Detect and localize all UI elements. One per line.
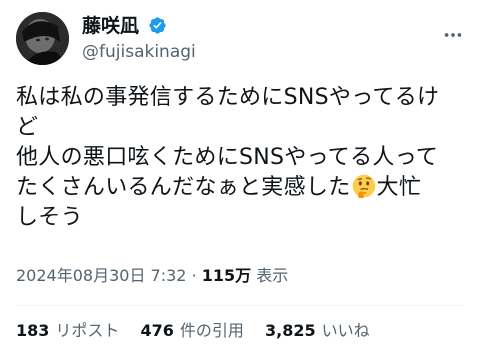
thinking-face-icon bbox=[352, 174, 376, 198]
reposts-count: 183 bbox=[16, 321, 50, 340]
author-handle[interactable]: @fujisakinagi bbox=[82, 41, 196, 63]
quotes-label: 件の引用 bbox=[179, 321, 244, 340]
avatar[interactable] bbox=[16, 12, 69, 65]
tweet-line: 私は私の事発信するためにSNSやってるけ bbox=[16, 85, 440, 110]
author-display-name[interactable]: 藤咲凪 bbox=[82, 14, 139, 38]
tweet-timestamp[interactable]: 2024年08月30日 7:32 bbox=[16, 266, 186, 285]
views-label: 表示 bbox=[256, 266, 289, 285]
views-count: 115万 bbox=[201, 266, 252, 285]
tweet-text: 私は私の事発信するためにSNSやってるけ ど 他人の悪口呟くためにSNSやってる… bbox=[16, 83, 456, 233]
reposts-label: リポスト bbox=[55, 321, 120, 340]
verified-badge-icon bbox=[148, 16, 167, 35]
more-options-icon[interactable] bbox=[442, 24, 464, 46]
tweet-line: しそう bbox=[16, 205, 83, 230]
divider bbox=[16, 305, 464, 306]
tweet-line: 他人の悪口呟くためにSNSやってる人って bbox=[16, 145, 439, 170]
reposts-stat[interactable]: 183 リポスト bbox=[16, 320, 119, 342]
author-block: 藤咲凪 @fujisakinagi bbox=[82, 14, 196, 63]
tweet-line: ど bbox=[16, 115, 39, 140]
quotes-stat[interactable]: 476 件の引用 bbox=[141, 320, 244, 342]
likes-count: 3,825 bbox=[265, 321, 316, 340]
quotes-count: 476 bbox=[140, 321, 174, 340]
avatar-image bbox=[16, 12, 69, 65]
tweet-card: 藤咲凪 @fujisakinagi 私は私の事発信するためにSNSやってるけ ど… bbox=[0, 0, 480, 360]
tweet-stats: 183 リポスト 476 件の引用 3,825 いいね bbox=[16, 320, 386, 342]
tweet-line: たくさんいるんだなぁと実感した 大忙 bbox=[16, 173, 456, 203]
likes-stat[interactable]: 3,825 いいね bbox=[265, 320, 370, 342]
likes-label: いいね bbox=[321, 321, 370, 340]
meta-separator: · bbox=[191, 266, 197, 285]
tweet-line-text: 大忙 bbox=[376, 175, 422, 200]
tweet-meta: 2024年08月30日 7:32 · 115万 表示 bbox=[16, 265, 288, 287]
tweet-line-text: たくさんいるんだなぁと実感した bbox=[16, 175, 351, 200]
